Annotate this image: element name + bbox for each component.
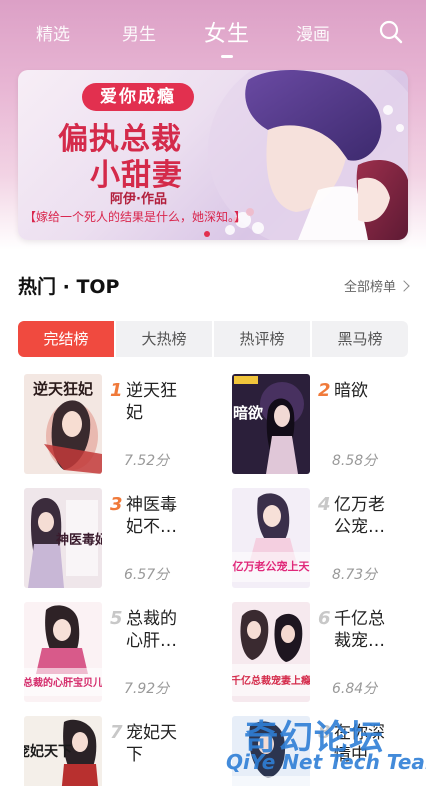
rank-number: 4 bbox=[318, 494, 331, 515]
book-cover: 宠妃天下 bbox=[24, 716, 102, 786]
search-icon[interactable] bbox=[378, 19, 404, 45]
tab-female[interactable]: 女生 bbox=[204, 16, 250, 58]
rank-number: 1 bbox=[110, 380, 123, 401]
chevron-right-icon bbox=[398, 280, 410, 292]
tab-completed[interactable]: 完结榜 bbox=[18, 321, 114, 357]
book-score: 6.84分 bbox=[332, 681, 378, 697]
book-item[interactable]: 宠妃天下 7 宠妃天下 bbox=[24, 716, 204, 786]
book-score: 8.58分 bbox=[332, 453, 378, 469]
hot-top-header: 热门 · TOP 全部榜单 bbox=[18, 272, 410, 298]
all-rankings-label: 全部榜单 bbox=[343, 280, 396, 295]
cover-title-text: 逆天狂妃 bbox=[33, 380, 93, 398]
ranking-tabs: 完结榜 大热榜 热评榜 黑马榜 bbox=[18, 321, 408, 357]
cover-title-text: 千亿总裁宠妻上瘾 bbox=[232, 674, 310, 687]
banner-tag: 爱你成瘾 bbox=[82, 83, 194, 111]
rank-number: 6 bbox=[318, 608, 331, 629]
book-score: 8.73分 bbox=[332, 567, 378, 583]
watermark: 奇幻论坛 QiYe Net Tech Team bbox=[226, 710, 426, 780]
book-title: 千亿总裁宠… bbox=[334, 609, 385, 651]
book-cover: 千亿总裁宠妻上瘾 bbox=[232, 602, 310, 702]
rank-number: 7 bbox=[110, 722, 123, 743]
banner-pagination bbox=[204, 222, 224, 237]
book-item[interactable]: 总裁的心肝宝贝儿 5 总裁的心肝… 7.92分 bbox=[24, 602, 204, 702]
banner-dot-active bbox=[204, 231, 210, 237]
book-title: 宠妃天下 bbox=[126, 723, 177, 765]
cover-title-text: 神医毒妃 bbox=[56, 532, 102, 548]
book-cover: 暗欲 bbox=[232, 374, 310, 474]
book-item[interactable]: 千亿总裁宠妻上瘾 6 千亿总裁宠… 6.84分 bbox=[232, 602, 412, 702]
book-title: 逆天狂妃 bbox=[126, 381, 177, 423]
rank-number: 3 bbox=[110, 494, 123, 515]
book-item[interactable]: 亿万老公宠上天 4 亿万老公宠… 8.73分 bbox=[232, 488, 412, 588]
tab-dark-horse[interactable]: 黑马榜 bbox=[312, 321, 408, 357]
cover-title-text: 总裁的心肝宝贝儿 bbox=[24, 676, 102, 689]
watermark-en: QiYe Net Tech Team bbox=[226, 750, 426, 774]
book-cover: 亿万老公宠上天 bbox=[232, 488, 310, 588]
book-cover: 总裁的心肝宝贝儿 bbox=[24, 602, 102, 702]
tab-comics[interactable]: 漫画 bbox=[296, 20, 330, 45]
rank-number: 2 bbox=[318, 380, 331, 401]
book-score: 7.52分 bbox=[124, 453, 170, 469]
book-title: 神医毒妃不… bbox=[126, 495, 177, 537]
promo-banner[interactable]: 爱你成瘾 偏执总裁 小甜妻 阿伊·作品 【嫁给一个死人的结果是什么，她深知。】 bbox=[18, 70, 408, 240]
book-item[interactable]: 神医毒妃 3 神医毒妃不… 6.57分 bbox=[24, 488, 204, 588]
book-score: 7.92分 bbox=[124, 681, 170, 697]
book-score: 6.57分 bbox=[124, 567, 170, 583]
book-item[interactable]: 逆天狂妃 1 逆天狂妃 7.52分 bbox=[24, 374, 204, 474]
cover-title-text: 亿万老公宠上天 bbox=[233, 559, 311, 573]
top-nav: 精选 男生 女生 漫画 bbox=[0, 0, 426, 64]
banner-author: 阿伊·作品 bbox=[110, 192, 167, 207]
book-title: 亿万老公宠… bbox=[334, 495, 385, 537]
book-title: 暗欲 bbox=[334, 381, 368, 401]
cover-title-text: 暗欲 bbox=[233, 404, 263, 422]
cover-title-text: 宠妃天下 bbox=[24, 743, 72, 760]
book-item[interactable]: 暗欲 2 暗欲 8.58分 bbox=[232, 374, 412, 474]
section-title: 热门 · TOP bbox=[18, 276, 120, 298]
book-cover: 逆天狂妃 bbox=[24, 374, 102, 474]
book-cover: 神医毒妃 bbox=[24, 488, 102, 588]
rank-number: 5 bbox=[110, 608, 123, 629]
tab-most-reviewed[interactable]: 热评榜 bbox=[214, 321, 310, 357]
tab-male[interactable]: 男生 bbox=[122, 20, 156, 45]
all-rankings-link[interactable]: 全部榜单 bbox=[343, 276, 410, 295]
tab-featured[interactable]: 精选 bbox=[36, 20, 70, 45]
tab-trending[interactable]: 大热榜 bbox=[116, 321, 212, 357]
book-title: 总裁的心肝… bbox=[126, 609, 177, 651]
